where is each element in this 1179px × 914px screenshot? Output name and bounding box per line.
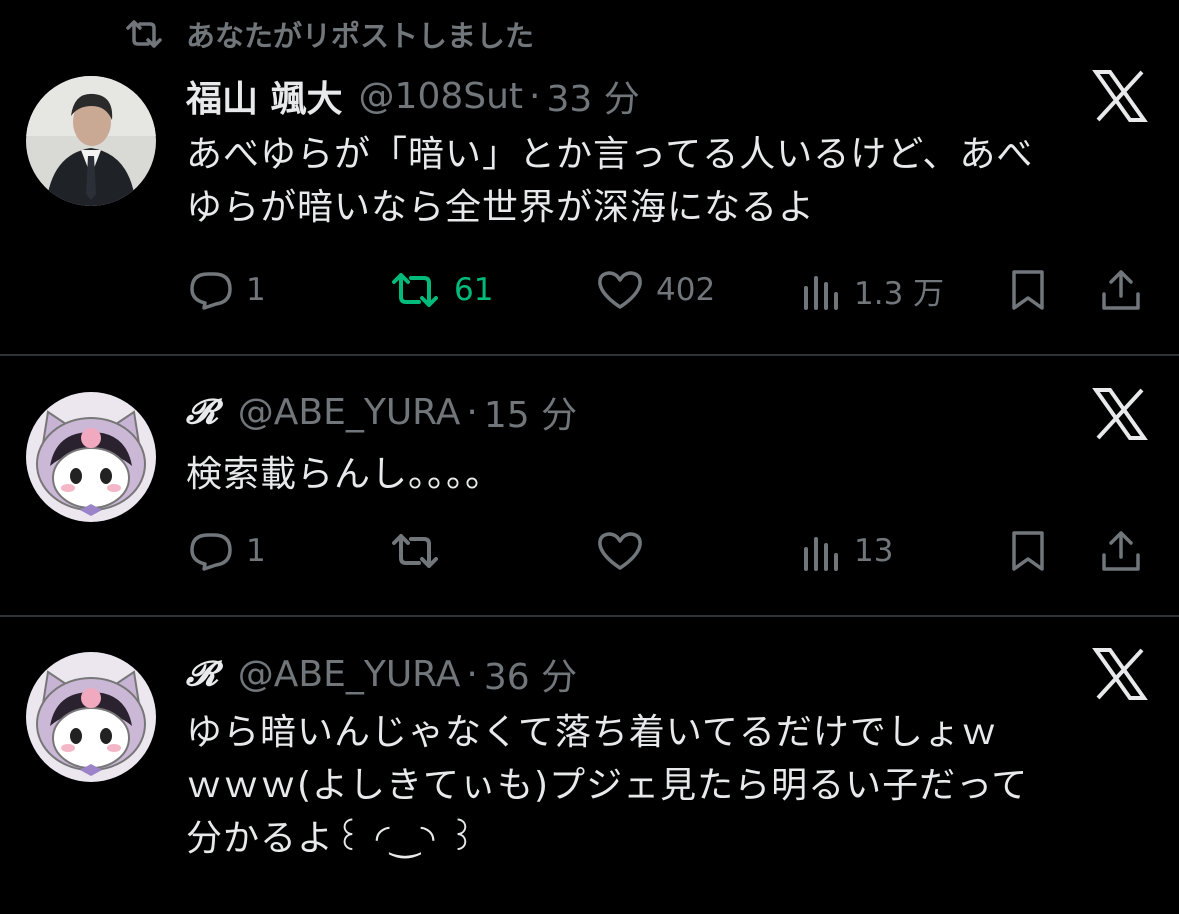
reply-button[interactable]: 1 (188, 265, 266, 315)
heart-icon (598, 532, 642, 570)
display-name[interactable]: 𝓡 (186, 392, 218, 432)
avatar-illustration (26, 392, 156, 522)
bookmark-button[interactable] (1008, 526, 1048, 576)
timestamp[interactable]: 15 分 (484, 386, 577, 438)
reply-count: 1 (246, 533, 266, 569)
tweet-text: 検索載らんし。。。。 (186, 448, 1146, 501)
repost-button[interactable]: 61 (388, 265, 493, 315)
bookmark-icon (1012, 531, 1044, 571)
tweet-text-line: ｗｗｗ(よしきてぃも)プジェ見たら明るい子だって (186, 765, 1029, 806)
action-bar: 1 61 402 1.3 万 (0, 265, 1179, 315)
repost-count: 61 (454, 272, 494, 308)
timestamp[interactable]: 33 分 (547, 70, 640, 122)
handle[interactable]: @ABE_YURA (238, 654, 461, 695)
repost-icon (392, 273, 438, 307)
views-button[interactable]: 1.3 万 (802, 265, 944, 315)
timestamp[interactable]: 36 分 (484, 648, 577, 700)
tweet-header: 𝓡 @ABE_YURA · 36 分 (186, 648, 577, 700)
reply-icon (190, 272, 232, 310)
views-count: 1.3 万 (854, 275, 945, 312)
tweet-header: 𝓡 @ABE_YURA · 15 分 (186, 386, 577, 438)
repost-icon (392, 534, 438, 568)
display-name[interactable]: 福山 颯大 (186, 70, 343, 122)
share-icon (1102, 270, 1140, 310)
views-button[interactable]: 13 (802, 526, 893, 576)
share-icon (1102, 531, 1140, 571)
heart-icon (598, 271, 642, 309)
tweet-text-line: あべゆらが「暗い」とか言ってる人いるけど、あべ (186, 134, 1034, 175)
reply-count: 1 (246, 272, 266, 308)
tweet-text: ゆら暗いんじゃなくて落ち着いてるだけでしょｗ ｗｗｗ(よしきてぃも)プジェ見たら… (186, 706, 1146, 865)
avatar[interactable] (26, 392, 156, 522)
divider (0, 354, 1179, 356)
tweet-header: 福山 颯大 @108Sut · 33 分 (186, 70, 640, 122)
x-logo-icon[interactable] (1092, 70, 1148, 122)
divider (0, 615, 1179, 617)
x-logo-icon[interactable] (1092, 648, 1148, 700)
repost-banner: あなたがリポストしました (122, 14, 534, 54)
repost-icon (126, 20, 162, 48)
bookmark-icon (1012, 270, 1044, 310)
separator-dot: · (529, 75, 541, 117)
views-icon (804, 537, 838, 571)
avatar-illustration (26, 652, 156, 782)
separator-dot: · (466, 653, 478, 695)
views-icon (804, 276, 838, 310)
separator-dot: · (466, 391, 478, 433)
avatar[interactable] (26, 76, 156, 206)
views-count: 13 (854, 533, 894, 569)
avatar[interactable] (26, 652, 156, 782)
reply-icon (190, 533, 232, 571)
display-name[interactable]: 𝓡 (186, 654, 218, 694)
handle[interactable]: @ABE_YURA (238, 392, 461, 433)
repost-banner-text: あなたがリポストしました (186, 19, 535, 53)
tweet-text: あべゆらが「暗い」とか言ってる人いるけど、あべ ゆらが暗いなら全世界が深海になる… (186, 128, 1146, 234)
bookmark-button[interactable] (1008, 265, 1048, 315)
tweet-text-line: 分かるよ꒰ ◜‿◝ ꒱ (186, 818, 477, 859)
share-button[interactable] (1098, 526, 1144, 576)
reply-button[interactable]: 1 (188, 526, 266, 576)
tweet-text-line: ゆらが暗いなら全世界が深海になるよ (186, 187, 816, 228)
x-logo-icon[interactable] (1092, 388, 1148, 440)
like-button[interactable]: 402 (596, 265, 715, 315)
avatar-photo (26, 76, 156, 206)
like-count: 402 (656, 272, 716, 308)
like-button[interactable] (596, 526, 644, 576)
tweet-text-line: ゆら暗いんじゃなくて落ち着いてるだけでしょｗ (186, 712, 998, 753)
repost-button[interactable] (388, 526, 442, 576)
handle[interactable]: @108Sut (359, 76, 524, 117)
action-bar: 1 13 (0, 526, 1179, 576)
tweet-text-line: 検索載らんし。。。。 (186, 454, 503, 495)
share-button[interactable] (1098, 265, 1144, 315)
